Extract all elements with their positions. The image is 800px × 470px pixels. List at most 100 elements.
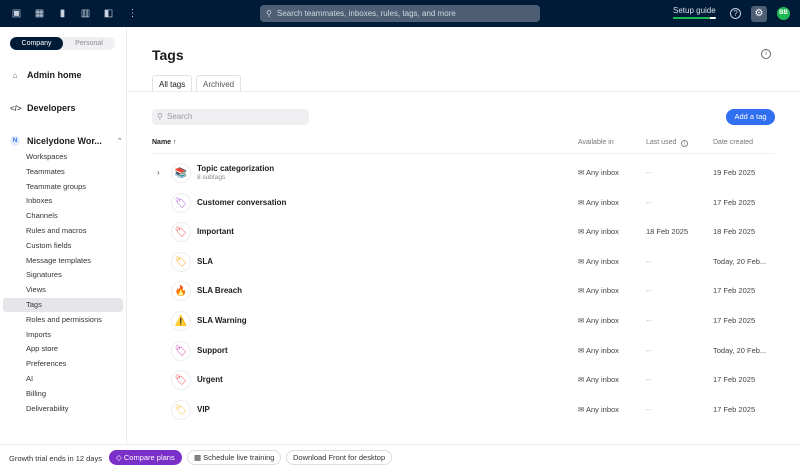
- analytics-icon[interactable]: ▥: [80, 8, 91, 19]
- sidebar-item-channels[interactable]: Channels: [3, 209, 123, 223]
- available-label: Any inbox: [585, 256, 619, 266]
- table-row[interactable]: 🔥 SLA Breach ✉ Any inbox -- 17 Feb 2025: [152, 277, 775, 305]
- calendar-icon[interactable]: ▦: [34, 8, 45, 19]
- footer-bar: Growth trial ends in 12 days ◇ Compare p…: [0, 444, 800, 470]
- setup-guide-link[interactable]: Setup guide: [673, 6, 716, 15]
- workspace-name: Nicelydone Wor...: [27, 136, 102, 146]
- gear-icon[interactable]: ⚙: [751, 6, 767, 22]
- tag-emoji-icon: 🔥: [171, 281, 191, 302]
- subtag-count: 8 subtags: [197, 174, 226, 181]
- sidebar-item-views[interactable]: Views: [3, 283, 123, 297]
- inbox-icon[interactable]: ▣: [11, 8, 22, 19]
- date-created: Today, 20 Feb...: [713, 256, 767, 266]
- column-header-name[interactable]: Name ↑: [152, 139, 177, 146]
- columns-icon[interactable]: ◧: [103, 8, 114, 19]
- tab-archived[interactable]: Archived: [196, 75, 242, 92]
- tag-emoji-icon: 📚: [171, 163, 191, 183]
- search-icon: ⚲: [266, 9, 272, 18]
- diamond-icon: ◇: [116, 453, 124, 462]
- avatar[interactable]: BB: [777, 7, 790, 20]
- tag-emoji-icon: 🏷: [171, 222, 191, 243]
- sidebar-item-deliverability[interactable]: Deliverability: [3, 402, 123, 416]
- sidebar: Company Personal ⌂ Admin home </> Develope…: [0, 27, 127, 444]
- sidebar-item-roles-and-permissions[interactable]: Roles and permissions: [3, 313, 123, 327]
- info-icon[interactable]: i: [761, 49, 771, 59]
- table-row[interactable]: 🏷 Support ✉ Any inbox -- Today, 20 Feb...: [152, 337, 775, 365]
- compare-label: Compare plans: [123, 453, 175, 462]
- sidebar-item-billing[interactable]: Billing: [3, 387, 123, 401]
- date-created: 17 Feb 2025: [713, 286, 756, 296]
- table-row[interactable]: › 📚 Topic categorization 8 subtags ✉ Any inb…: [152, 159, 775, 187]
- column-header-available: Available in: [578, 139, 614, 146]
- chevron-right-icon[interactable]: ›: [157, 168, 160, 177]
- workspace-header[interactable]: N Nicelydone Wor... ⌃: [10, 136, 123, 146]
- tag-name: SLA Warning: [197, 316, 247, 325]
- global-search-input[interactable]: ⚲ Search teammates, inboxes, rules, tags,…: [260, 5, 540, 22]
- last-used: --: [646, 197, 651, 207]
- search-icon: ⚲: [157, 112, 163, 121]
- developers-label: Developers: [27, 103, 76, 113]
- inbox-icon: ✉: [578, 286, 586, 296]
- available-in: ✉ Any inbox: [578, 257, 619, 266]
- tag-emoji-icon: 🏷: [171, 370, 191, 391]
- table-row[interactable]: 🏷 SLA ✉ Any inbox -- Today, 20 Feb...: [152, 248, 775, 276]
- sidebar-item-custom-fields[interactable]: Custom fields: [3, 239, 123, 253]
- sidebar-item-preferences[interactable]: Preferences: [3, 357, 123, 371]
- available-label: Any inbox: [585, 316, 619, 325]
- admin-home-link[interactable]: ⌂ Admin home: [10, 70, 82, 80]
- developers-link[interactable]: </> Developers: [10, 103, 76, 113]
- tag-emoji-icon: 🏷: [171, 192, 191, 213]
- company-personal-toggle: Company Personal: [10, 37, 115, 50]
- tag-name: Important: [197, 227, 234, 237]
- schedule-training-button[interactable]: ▦ Schedule live training: [187, 450, 282, 465]
- inbox-icon: ✉: [578, 197, 586, 207]
- search-placeholder: Search: [167, 112, 193, 121]
- inbox-icon: ✉: [578, 345, 586, 355]
- table-row[interactable]: 🏷 Urgent ✉ Any inbox -- 17 Feb 2025: [152, 366, 775, 394]
- date-created: 17 Feb 2025: [713, 404, 756, 414]
- available-in: ✉ Any inbox: [578, 198, 619, 207]
- sidebar-item-inboxes[interactable]: Inboxes: [3, 194, 123, 208]
- available-label: Any inbox: [585, 197, 619, 207]
- sidebar-item-app-store[interactable]: App store: [3, 342, 123, 356]
- available-in: ✉ Any inbox: [578, 316, 619, 325]
- personal-tab[interactable]: Personal: [63, 37, 115, 50]
- calendar-icon: ▦: [194, 453, 204, 462]
- sidebar-item-message-templates[interactable]: Message templates: [3, 254, 123, 268]
- sidebar-item-teammates[interactable]: Teammates: [3, 165, 123, 179]
- contacts-icon[interactable]: ▮: [57, 8, 68, 19]
- help-icon[interactable]: ?: [730, 8, 741, 19]
- sidebar-item-workspaces[interactable]: Workspaces: [3, 150, 123, 164]
- table-row[interactable]: 🏷 Customer conversation ✉ Any inbox -- 17 Fe…: [152, 189, 775, 217]
- tag-name: VIP: [197, 404, 210, 414]
- date-created: 17 Feb 2025: [713, 375, 756, 385]
- date-created: 17 Feb 2025: [713, 197, 756, 207]
- tag-search-input[interactable]: ⚲ Search: [152, 109, 309, 125]
- top-bar: ▣ ▦ ▮ ▥ ◧ ⋮ ⚲ Search teammates, inboxes, …: [0, 0, 800, 27]
- add-tag-button[interactable]: Add a tag: [726, 109, 775, 125]
- date-created: 17 Feb 2025: [713, 316, 756, 325]
- tab-all-tags[interactable]: All tags: [152, 75, 193, 92]
- last-used: --: [646, 256, 651, 266]
- sidebar-item-imports[interactable]: Imports: [3, 328, 123, 342]
- more-icon[interactable]: ⋮: [127, 8, 138, 19]
- table-row[interactable]: 🏷 Important ✉ Any inbox 18 Feb 2025 18 Feb 2…: [152, 218, 775, 246]
- company-tab[interactable]: Company: [10, 37, 63, 50]
- table-row[interactable]: ⚠️ SLA Warning ✉ Any inbox -- 17 Feb 2025: [152, 307, 775, 335]
- page-title: Tags: [152, 47, 184, 63]
- available-in: ✉ Any inbox: [578, 405, 619, 414]
- download-desktop-button[interactable]: Download Front for desktop: [286, 450, 393, 465]
- sidebar-item-rules-and-macros[interactable]: Rules and macros: [3, 224, 123, 238]
- sidebar-item-teammate-groups[interactable]: Teammate groups: [3, 180, 123, 194]
- info-icon[interactable]: i: [681, 140, 688, 147]
- divider: [152, 153, 775, 154]
- last-used: --: [646, 375, 651, 385]
- workspace-badge: N: [10, 136, 20, 146]
- sidebar-item-tags[interactable]: Tags: [3, 298, 123, 312]
- table-row[interactable]: 🏷 VIP ✉ Any inbox -- 17 Feb 2025: [152, 396, 775, 424]
- compare-plans-button[interactable]: ◇ Compare plans: [109, 450, 182, 465]
- available-label: Any inbox: [585, 404, 619, 414]
- sidebar-item-signatures[interactable]: Signatures: [3, 268, 123, 282]
- last-used: --: [646, 345, 651, 355]
- sidebar-item-ai[interactable]: AI: [3, 372, 123, 386]
